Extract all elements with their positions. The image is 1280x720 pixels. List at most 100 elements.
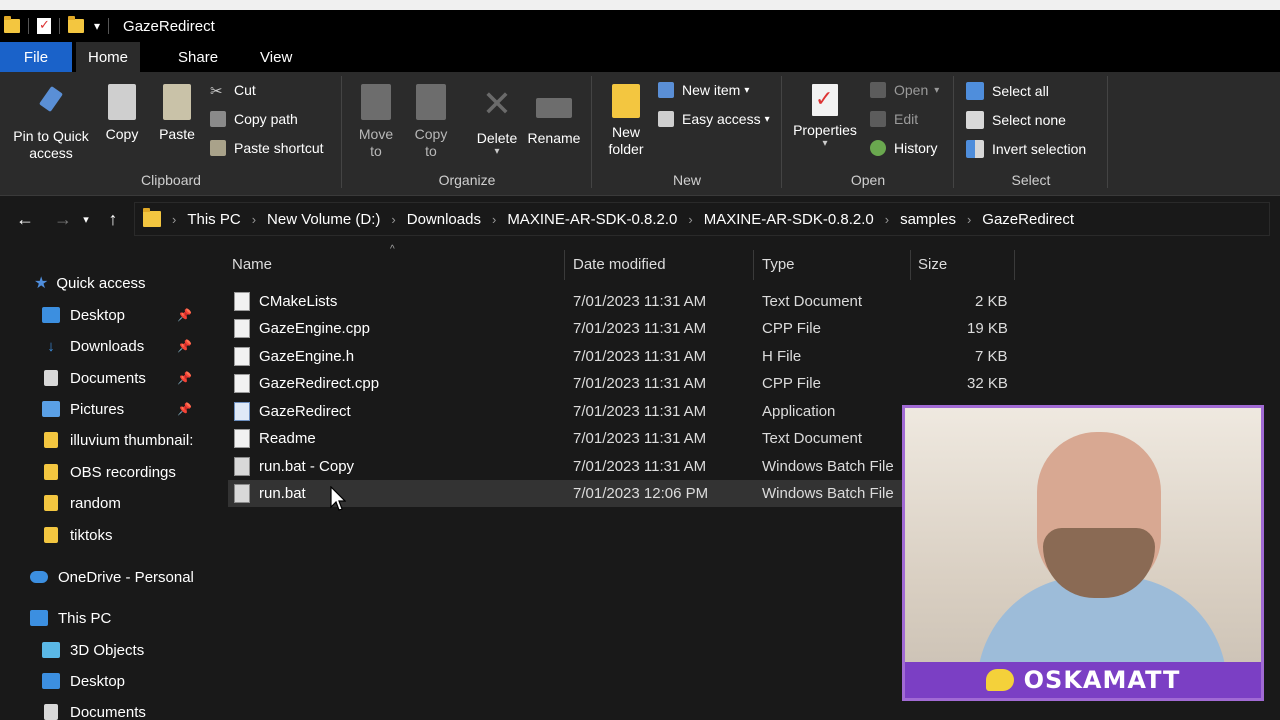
computer-icon [30, 610, 48, 626]
pin-icon[interactable]: 📌 [177, 339, 192, 353]
new-folder-button[interactable]: New folder [602, 84, 650, 158]
move-to-button[interactable]: Move to [352, 84, 400, 160]
open-button[interactable]: Open ▾ [870, 82, 939, 98]
sidebar-item-obs-recordings[interactable]: OBS recordings [42, 458, 176, 486]
delete-dropdown-icon[interactable]: ▾ [472, 147, 522, 157]
breadcrumb-separator-icon: › [251, 211, 257, 227]
new-folder-quick-icon[interactable] [68, 16, 84, 33]
select-none-button[interactable]: Select none [966, 111, 1066, 129]
sidebar-item-label: Downloads [70, 337, 145, 355]
paste-shortcut-button[interactable]: Paste shortcut [210, 140, 324, 156]
tab-share[interactable]: Share [166, 42, 230, 72]
file-type: H File [762, 348, 802, 365]
column-divider[interactable] [910, 250, 911, 280]
cut-button[interactable]: ✂ Cut [210, 82, 256, 100]
up-arrow-icon[interactable]: ↑ [98, 209, 128, 230]
table-row[interactable]: GazeRedirect 7/01/2023 11:31 AM Applicat… [228, 398, 908, 425]
header-file-icon [234, 347, 250, 366]
breadcrumb-separator-icon: › [688, 211, 693, 227]
file-size: 32 KB [967, 375, 1008, 392]
breadcrumb-separator-icon: › [491, 211, 497, 227]
table-row[interactable]: GazeEngine.h 7/01/2023 11:31 AM H File 7… [228, 343, 1008, 370]
column-header-type[interactable]: Type [762, 256, 795, 273]
column-divider[interactable] [1014, 250, 1015, 280]
sidebar-item-pc-documents[interactable]: Documents [42, 698, 146, 720]
properties-quick-icon[interactable] [37, 17, 51, 34]
star-icon: ★ [34, 275, 49, 292]
forward-arrow-icon[interactable]: → [48, 209, 78, 230]
pin-icon[interactable]: 📌 [177, 308, 192, 322]
rename-button[interactable]: Rename [526, 84, 582, 147]
open-icon [870, 82, 886, 98]
table-row[interactable]: GazeRedirect.cpp 7/01/2023 11:31 AM CPP … [228, 370, 1008, 397]
tab-file[interactable]: File [0, 42, 72, 72]
table-row[interactable]: CMakeLists 7/01/2023 11:31 AM Text Docum… [228, 288, 1008, 315]
pin-icon[interactable]: 📌 [177, 402, 192, 416]
easy-access-dropdown-icon: ▾ [764, 113, 770, 125]
cloud-icon [30, 571, 48, 583]
sidebar-item-pc-desktop[interactable]: Desktop [42, 667, 125, 695]
open-label: Open [894, 82, 929, 98]
sidebar-item-tiktoks[interactable]: tiktoks [42, 521, 113, 549]
sidebar-item-3d-objects[interactable]: 3D Objects [42, 636, 144, 664]
select-group-label: Select [1011, 172, 1051, 188]
sidebar-item-downloads[interactable]: ↓ Downloads 📌 [42, 332, 204, 360]
copy-path-button[interactable]: Copy path [210, 111, 298, 127]
sidebar-item-random[interactable]: random [42, 489, 121, 517]
breadcrumb-item[interactable]: Downloads [407, 211, 481, 228]
properties-dropdown-icon[interactable]: ▾ [790, 139, 860, 149]
new-folder-icon [612, 84, 640, 118]
breadcrumb[interactable]: › This PC › New Volume (D:) › Downloads … [134, 202, 1270, 236]
breadcrumb-item[interactable]: This PC [187, 211, 240, 228]
new-item-label: New item [682, 82, 741, 98]
sidebar-item-documents[interactable]: Documents 📌 [42, 364, 204, 392]
table-row[interactable]: Readme 7/01/2023 11:31 AM Text Document [228, 425, 908, 452]
sidebar-item-desktop[interactable]: Desktop 📌 [42, 301, 204, 329]
table-row[interactable]: run.bat - Copy 7/01/2023 11:31 AM Window… [228, 453, 908, 480]
breadcrumb-item[interactable]: New Volume (D:) [267, 211, 380, 228]
copy-label: Copy [105, 126, 139, 142]
pin-to-quick-access-button[interactable]: Pin to Quick access [6, 84, 96, 162]
column-header-size[interactable]: Size [918, 256, 947, 273]
documents-icon [44, 704, 58, 720]
file-name: run.bat [259, 485, 306, 502]
delete-button[interactable]: ✕ Delete ▾ [472, 84, 522, 157]
table-row[interactable]: GazeEngine.cpp 7/01/2023 11:31 AM CPP Fi… [228, 315, 1008, 342]
sidebar-item-onedrive[interactable]: OneDrive - Personal [30, 563, 194, 591]
tab-home[interactable]: Home [76, 42, 141, 72]
column-header-date[interactable]: Date modified [573, 256, 666, 273]
sidebar-item-this-pc[interactable]: This PC [30, 604, 111, 632]
sidebar-item-illuvium-thumbnails[interactable]: illuvium thumbnail: [42, 426, 193, 454]
breadcrumb-item[interactable]: samples [900, 211, 956, 228]
sidebar-item-quick-access[interactable]: ★ Quick access [34, 269, 146, 297]
new-item-button[interactable]: New item ▾ [658, 82, 749, 98]
invert-selection-button[interactable]: Invert selection [966, 140, 1086, 158]
tab-view[interactable]: View [248, 42, 304, 72]
back-arrow-icon[interactable]: ← [10, 209, 40, 230]
batch-file-icon [234, 484, 250, 503]
clipboard-group-label: Clipboard [141, 172, 201, 188]
copy-to-button[interactable]: Copy to [408, 84, 454, 160]
breadcrumb-item[interactable]: MAXINE-AR-SDK-0.8.2.0 [507, 211, 677, 228]
sidebar-item-pictures[interactable]: Pictures 📌 [42, 395, 204, 423]
breadcrumb-item[interactable]: GazeRedirect [982, 211, 1074, 228]
copy-button[interactable]: Copy [102, 84, 142, 143]
history-button[interactable]: History [870, 140, 938, 156]
column-header-name[interactable]: Name [232, 256, 272, 273]
select-all-button[interactable]: Select all [966, 82, 1049, 100]
customize-quick-access-icon[interactable]: ▾ [94, 19, 100, 33]
title-bar: ▾ GazeRedirect [0, 10, 1280, 42]
pin-icon[interactable]: 📌 [177, 371, 192, 385]
breadcrumb-item[interactable]: MAXINE-AR-SDK-0.8.2.0 [704, 211, 874, 228]
column-divider[interactable] [564, 250, 565, 280]
easy-access-button[interactable]: Easy access ▾ [658, 111, 770, 127]
edit-button[interactable]: Edit [870, 111, 918, 127]
paste-shortcut-label: Paste shortcut [234, 140, 324, 156]
sidebar-item-label: random [70, 494, 121, 512]
organize-group-label: Organize [438, 172, 496, 188]
column-divider[interactable] [753, 250, 754, 280]
file-date: 7/01/2023 11:31 AM [573, 320, 707, 337]
properties-button[interactable]: ✓ Properties ▾ [790, 84, 860, 149]
paste-button[interactable]: Paste [156, 84, 198, 143]
recent-locations-icon[interactable]: ▾ [78, 213, 94, 226]
